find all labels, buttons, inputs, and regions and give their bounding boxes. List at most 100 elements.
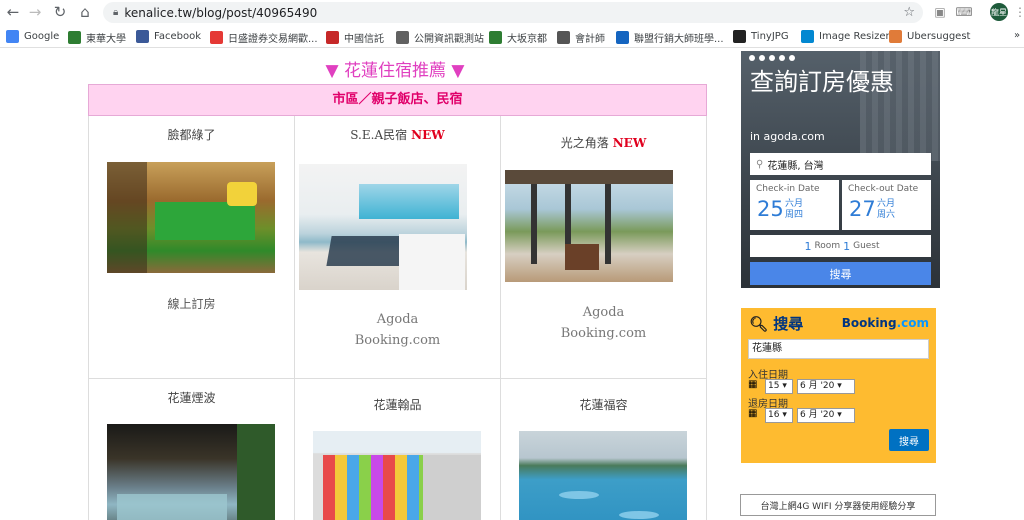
bookmark-item[interactable]: Ubersuggest xyxy=(889,30,970,43)
widget-headline: 查詢訂房優惠 xyxy=(750,68,894,96)
checkin-month-select[interactable]: 6 月 '20 ▾ xyxy=(797,379,855,394)
hotel-photo[interactable] xyxy=(519,431,687,520)
bookmark-item[interactable]: 中國信託 xyxy=(326,30,384,45)
bookmark-item[interactable]: 大坂京都 xyxy=(489,30,547,45)
agoda-search-widget: 查詢訂房優惠 in agoda.com ⚲ 花蓮縣, 台灣 Check-in D… xyxy=(741,51,940,288)
calendar-icon[interactable]: ▦ xyxy=(748,379,757,390)
calculator-icon xyxy=(557,31,570,44)
bookmark-item[interactable]: 會計師 xyxy=(557,30,605,45)
plus-icon xyxy=(489,31,502,44)
bookmark-label: 大坂京都 xyxy=(507,34,547,45)
destination-input[interactable]: ⚲ 花蓮縣, 台灣 xyxy=(750,153,931,175)
bookmark-item[interactable]: Google xyxy=(6,30,59,43)
bookmark-item[interactable]: 公開資訊觀測站 xyxy=(396,30,484,45)
bookmark-label: 中國信託 xyxy=(344,34,384,45)
hotel-photo[interactable] xyxy=(107,424,275,520)
bookmark-label: 公開資訊觀測站 xyxy=(414,34,484,45)
checkout-month-select[interactable]: 6 月 '20 ▾ xyxy=(797,408,855,423)
agoda-link[interactable]: Agoda xyxy=(295,309,500,330)
bookmark-label: TinyJPG xyxy=(751,31,789,42)
widget-subtitle: in agoda.com xyxy=(750,130,825,143)
calendar-icon[interactable]: ▦ xyxy=(748,408,757,419)
sidebar-link[interactable]: 台灣上網4G WIFI 分享器使用經驗分享 xyxy=(740,494,936,516)
bookmark-label: Image Resizer xyxy=(819,31,890,42)
hotel-name[interactable]: S.E.A民宿 NEW xyxy=(295,126,500,143)
agoda-link[interactable]: Agoda xyxy=(501,302,706,323)
avatar-icon xyxy=(889,30,902,43)
reload-icon[interactable]: ↻ xyxy=(49,1,71,23)
google-icon xyxy=(6,30,19,43)
bookmark-label: Facebook xyxy=(154,31,201,42)
hotel-name[interactable]: 花蓮翰品 xyxy=(295,396,500,413)
table-row: 花蓮煙波 花蓮翰品 花蓮福容 xyxy=(88,379,707,520)
hotel-photo[interactable] xyxy=(313,431,481,520)
globe-icon xyxy=(396,31,409,44)
address-bar[interactable]: 🔒︎ kenalice.tw/blog/post/40965490 ☆ xyxy=(103,2,923,23)
bookmark-label: 日盛證券交易網歡... xyxy=(228,34,318,45)
facebook-icon xyxy=(136,30,149,43)
hotel-cell: 臉都綠了 線上訂房 xyxy=(89,116,295,379)
browser-toolbar: ← → ↻ ⌂ 🔒︎ kenalice.tw/blog/post/4096549… xyxy=(0,0,1024,24)
hotel-name[interactable]: 臉都綠了 xyxy=(89,126,294,143)
hotel-cell: 花蓮翰品 xyxy=(295,379,501,520)
hotel-photo[interactable] xyxy=(107,162,275,273)
blog-page: ▼ 花蓮住宿推薦 ▼ 市區／親子飯店、民宿 臉都綠了 線上訂房 S.E.A民宿 N… xyxy=(0,48,1024,520)
table-header: 市區／親子飯店、民宿 xyxy=(88,84,707,116)
hotel-cell: S.E.A民宿 NEW Agoda Booking.com xyxy=(295,116,501,379)
url-text: kenalice.tw/blog/post/40965490 xyxy=(124,5,318,20)
bookmark-item[interactable]: Facebook xyxy=(136,30,201,43)
bookmark-label: 聯盟行銷大師班學... xyxy=(634,34,724,45)
checkin-date-picker[interactable]: Check-in Date 25 六月 周四 xyxy=(750,180,839,230)
table-row: 臉都綠了 線上訂房 S.E.A民宿NEW Agoda Booking.com xyxy=(88,116,707,379)
hotel-table: 市區／親子飯店、民宿 臉都綠了 線上訂房 S.E.A民宿 NEW Agoda B… xyxy=(88,84,707,520)
hotel-cell: 花蓮煙波 xyxy=(89,379,295,520)
bookmark-item[interactable]: Image Resizer xyxy=(801,30,890,43)
hotel-cell: 光之角落 NEW Agoda Booking.com xyxy=(501,116,707,379)
bookmark-item[interactable]: 東華大學 xyxy=(68,30,126,45)
forward-icon[interactable]: → xyxy=(24,1,46,23)
booking-header: 🔍︎ 搜尋 xyxy=(749,315,804,333)
university-icon xyxy=(68,31,81,44)
destination-input[interactable]: 花蓮縣 xyxy=(748,339,929,359)
bookmark-label: 會計師 xyxy=(575,34,605,45)
checkout-date-picker[interactable]: Check-out Date 27 六月 周六 xyxy=(842,180,931,230)
hotel-name[interactable]: 光之角落 NEW xyxy=(501,134,706,151)
room-guest-selector[interactable]: 1 Room 1 Guest xyxy=(750,235,931,257)
page-title: ▼ 花蓮住宿推薦 ▼ xyxy=(325,61,465,81)
lock-icon: 🔒︎ xyxy=(113,7,119,18)
bookmark-label: 東華大學 xyxy=(86,34,126,45)
hotel-photo[interactable] xyxy=(505,170,673,282)
bank-icon xyxy=(326,31,339,44)
bookmark-item[interactable]: 日盛證券交易網歡... xyxy=(210,30,318,45)
bookmark-item[interactable]: TinyJPG xyxy=(733,30,789,43)
bookmark-item[interactable]: 聯盟行銷大師班學... xyxy=(616,30,724,45)
course-icon xyxy=(616,31,629,44)
booking-link[interactable]: 線上訂房 xyxy=(89,294,294,315)
securities-icon xyxy=(210,31,223,44)
agoda-search-button[interactable]: 搜尋 xyxy=(750,262,931,285)
hotel-name[interactable]: 花蓮福容 xyxy=(501,396,706,413)
search-icon: 🔍︎ xyxy=(749,315,769,333)
home-icon[interactable]: ⌂ xyxy=(74,1,96,23)
hotel-cell: 花蓮福容 xyxy=(501,379,707,520)
extension-icon[interactable]: ▣ xyxy=(932,4,948,20)
booking-link[interactable]: Booking.com xyxy=(295,330,500,351)
back-icon[interactable]: ← xyxy=(2,1,24,23)
hotel-name[interactable]: 花蓮煙波 xyxy=(89,389,294,406)
checkout-day-select[interactable]: 16 ▾ xyxy=(765,408,793,423)
menu-icon[interactable]: ⋮ xyxy=(1012,4,1024,20)
more-bookmarks-icon[interactable]: » xyxy=(1014,30,1020,41)
search-icon: ⚲ xyxy=(756,158,764,170)
bookmark-star-icon[interactable]: ☆ xyxy=(903,5,915,20)
booking-logo: Booking.com xyxy=(841,316,929,330)
profile-avatar[interactable]: 龍星 xyxy=(990,3,1008,21)
hotel-photo[interactable] xyxy=(299,164,467,290)
panda-icon xyxy=(733,30,746,43)
booking-search-widget: 🔍︎ 搜尋 Booking.com 花蓮縣 入住日期 ▦ 15 ▾ 6 月 '2… xyxy=(741,308,936,463)
bookmarks-bar: Google 東華大學 Facebook 日盛證券交易網歡... 中國信託 公開資訊觀測站… xyxy=(0,26,1024,48)
carousel-dots[interactable] xyxy=(749,55,795,61)
booking-link[interactable]: Booking.com xyxy=(501,323,706,344)
booking-search-button[interactable]: 搜尋 xyxy=(889,429,929,451)
translate-icon[interactable]: ⌨ xyxy=(955,4,972,20)
checkin-day-select[interactable]: 15 ▾ xyxy=(765,379,793,394)
